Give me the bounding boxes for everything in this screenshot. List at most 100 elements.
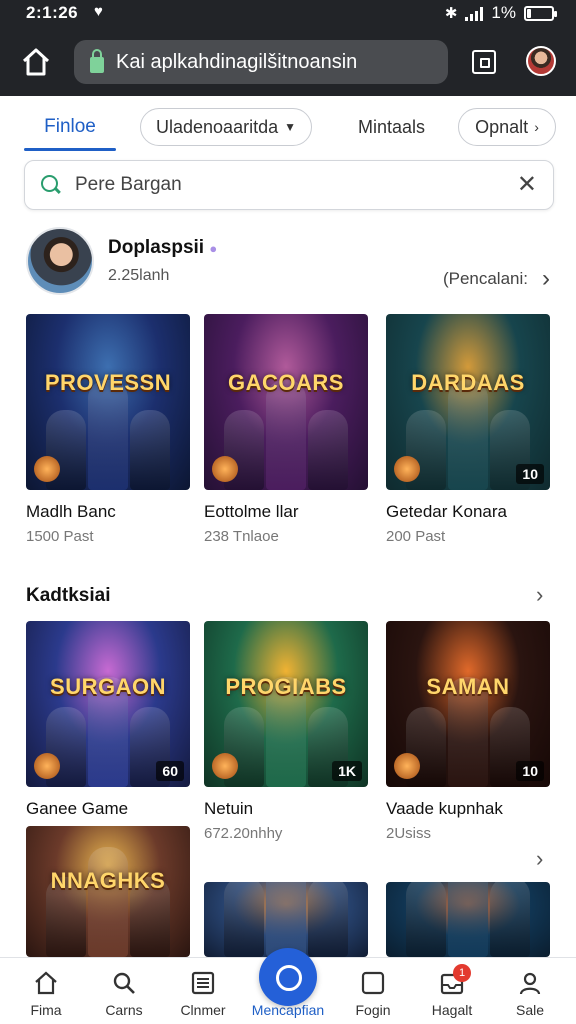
account-avatar[interactable] — [526, 46, 556, 76]
search-input[interactable] — [75, 174, 475, 196]
chevron-right-icon[interactable]: › — [536, 846, 543, 872]
filter-plain[interactable]: Mintaals — [358, 108, 425, 146]
game-meta: 200 Past — [386, 528, 446, 545]
game-thumbnail[interactable] — [386, 882, 550, 957]
tabs-icon[interactable] — [472, 50, 496, 74]
nav-item[interactable]: Carns — [84, 966, 164, 1018]
artwork-title: PROVESSN — [44, 370, 172, 395]
profile-icon — [517, 970, 543, 996]
game-thumbnail[interactable]: SURGAON 60 — [26, 621, 190, 787]
game-thumbnail[interactable]: SAMAN 10 — [386, 621, 550, 787]
bluetooth-icon: ✱ — [444, 5, 458, 22]
artwork-figure — [88, 847, 128, 957]
nav-item[interactable]: Mencapfian — [248, 948, 328, 1018]
game-card[interactable]: PROVESSN Madlh Banc 1500 Past — [26, 314, 190, 545]
artwork-figure — [448, 380, 488, 490]
artwork-title: PROGIABS — [225, 674, 347, 699]
square-icon — [360, 970, 386, 996]
chevron-down-icon: ▼ — [284, 120, 296, 134]
nav-label: Fogin — [355, 1002, 391, 1018]
explore-fab[interactable] — [259, 948, 317, 1006]
filter-row: Finloe Uladenoaaritda ▼ Mintaals Opnalt … — [24, 104, 556, 152]
lock-icon — [90, 49, 104, 73]
avatar[interactable] — [26, 227, 94, 295]
notification-badge: 1 — [453, 964, 471, 982]
explore-icon — [259, 948, 317, 1006]
home-icon[interactable] — [18, 44, 54, 80]
home-icon — [33, 970, 59, 996]
section-title: Kadtksiai — [26, 585, 111, 606]
artwork-figure — [130, 410, 170, 490]
emblem-icon — [34, 456, 60, 482]
artwork-figure — [224, 882, 264, 957]
game-title: Eottolme llar — [204, 502, 299, 521]
artwork-figure — [308, 882, 348, 957]
game-thumbnail[interactable] — [204, 882, 368, 957]
game-title: Getedar Konara — [386, 502, 507, 521]
artwork-title: GACOARS — [228, 370, 344, 395]
game-thumbnail[interactable]: PROVESSN — [26, 314, 190, 490]
game-thumbnail[interactable]: DARDAAS 10 — [386, 314, 550, 490]
url-text: Kai aplkahdinagilšitnoansin — [116, 50, 358, 73]
artwork-title: SAMAN — [426, 674, 510, 699]
bottom-nav: Fima Carns Clnmer Mencapfian Fogin 1 Hagalt Sal… — [0, 948, 576, 1024]
nav-item[interactable]: Clnmer — [163, 966, 243, 1018]
artwork-title: NNAGHKS — [50, 868, 166, 893]
status-bar: 2:1:26 ♥ ✱ 1% — [0, 0, 576, 26]
nav-label: Fima — [30, 1002, 62, 1018]
game-title: Ganee Game — [26, 799, 129, 818]
count-badge: 10 — [516, 464, 544, 484]
artwork-figure — [406, 882, 446, 957]
game-card[interactable] — [204, 882, 368, 957]
nav-label: Sale — [515, 1002, 545, 1018]
profile-link-label: (Pencalani: — [442, 269, 528, 288]
game-card[interactable]: GACOARS Eottolme llar 238 Tnlaoe — [204, 314, 368, 545]
game-meta: 1500 Past — [26, 528, 94, 545]
filter-chip-option-label: Opnalt — [475, 116, 529, 137]
emblem-icon — [34, 753, 60, 779]
artwork-figure — [490, 882, 530, 957]
profile-subtitle: 2.25lanh — [108, 267, 170, 284]
search-icon — [111, 970, 137, 996]
nav-item[interactable]: Fima — [6, 966, 86, 1018]
battery-percent: 1% — [491, 3, 516, 22]
profile-link[interactable]: (Pencalani: › — [443, 265, 550, 293]
filter-chip-option[interactable]: Opnalt › — [458, 108, 556, 146]
nav-item[interactable]: 1 Hagalt — [412, 964, 492, 1018]
status-right: ✱ 1% — [444, 3, 557, 23]
filter-chip-dropdown[interactable]: Uladenoaaritda ▼ — [140, 108, 312, 146]
game-thumbnail[interactable]: NNAGHKS — [26, 826, 190, 957]
profile-name-text: Doplaspsii — [108, 237, 205, 258]
artwork-figure — [448, 882, 488, 957]
tab-active[interactable]: Finloe — [24, 104, 116, 150]
verified-icon: ● — [209, 241, 218, 256]
game-thumbnail[interactable]: PROGIABS 1K — [204, 621, 368, 787]
nav-item[interactable]: Fogin — [333, 966, 413, 1018]
nav-label: Carns — [105, 1002, 143, 1018]
game-thumbnail[interactable]: GACOARS — [204, 314, 368, 490]
game-card[interactable]: SAMAN 10 Vaade kupnhak 2Usiss — [386, 621, 550, 842]
artwork-figure — [88, 380, 128, 490]
emblem-icon — [212, 456, 238, 482]
artwork-title: SURGAON — [50, 674, 166, 699]
chevron-right-icon: › — [542, 265, 550, 292]
inbox-icon: 1 — [439, 964, 471, 996]
game-card[interactable]: NNAGHKS — [26, 826, 190, 957]
url-bar[interactable]: Kai aplkahdinagilšitnoansin — [74, 40, 448, 84]
list-icon — [190, 970, 216, 996]
profile-name: Doplaspsii ● — [108, 237, 217, 259]
game-card[interactable]: DARDAAS 10 Getedar Konara 200 Past — [386, 314, 550, 545]
game-meta: 238 Tnlaoe — [204, 528, 279, 545]
heart-icon: ♥ — [94, 3, 103, 20]
game-card[interactable]: SURGAON 60 Ganee Game — [26, 621, 190, 825]
search-icon — [41, 175, 61, 195]
nav-item[interactable]: Sale — [490, 966, 570, 1018]
profile-header[interactable]: Doplaspsii ● 2.25lanh (Pencalani: › — [26, 227, 556, 299]
close-icon[interactable]: ✕ — [517, 173, 537, 197]
emblem-icon — [394, 753, 420, 779]
game-card[interactable] — [386, 882, 550, 957]
game-card[interactable]: PROGIABS 1K Netuin 672.20nhhy — [204, 621, 368, 842]
game-title: Vaade kupnhak — [386, 799, 503, 818]
artwork-figure — [308, 410, 348, 490]
chevron-right-icon[interactable]: › — [536, 582, 543, 608]
